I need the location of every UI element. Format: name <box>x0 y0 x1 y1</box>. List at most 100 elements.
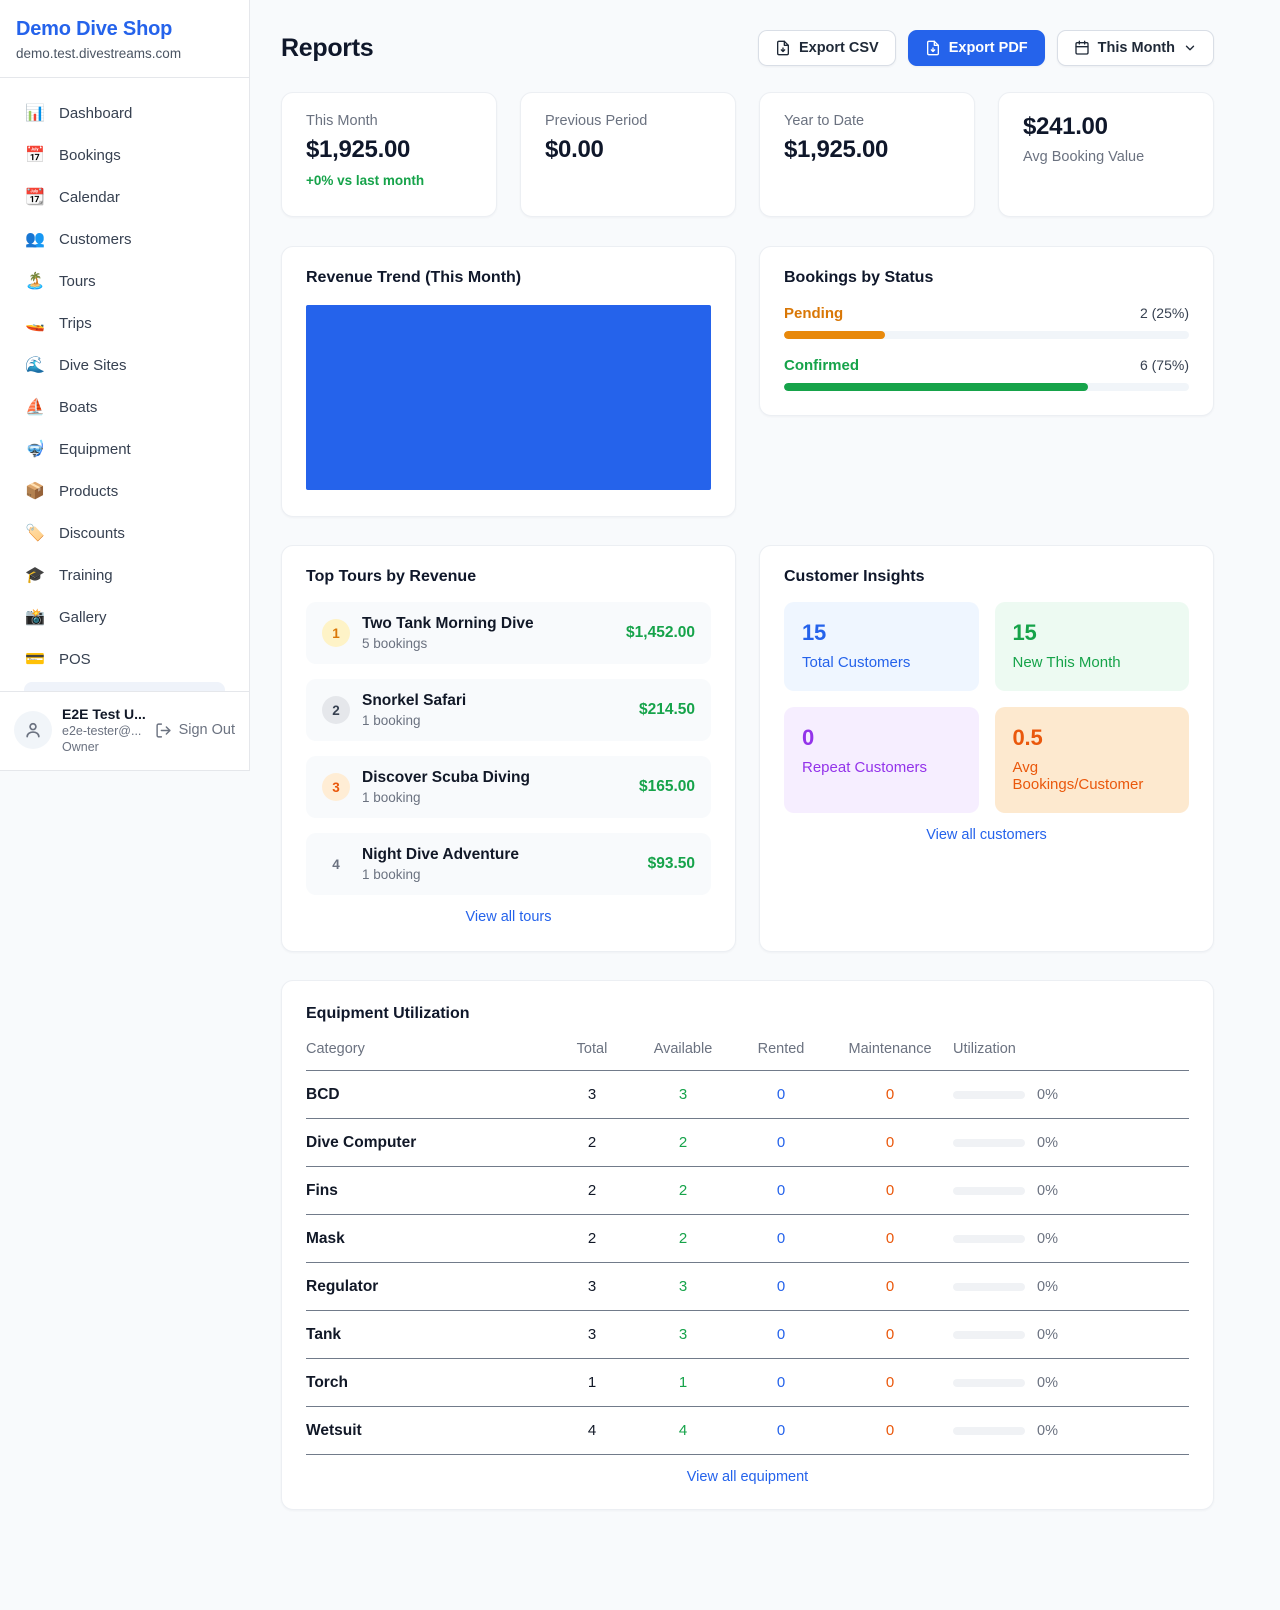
sidebar-item-dive-sites[interactable]: 🌊 Dive Sites <box>12 344 237 386</box>
sidebar-item-gallery[interactable]: 📸 Gallery <box>12 596 237 638</box>
stat-value: $1,925.00 <box>784 136 950 164</box>
table-row: Dive Computer 2 2 0 0 0% <box>306 1119 1189 1167</box>
utilization-label: 0% <box>1037 1423 1058 1439</box>
stat-value: $1,925.00 <box>306 136 472 164</box>
utilization-label: 0% <box>1037 1135 1058 1151</box>
utilization-label: 0% <box>1037 1087 1058 1103</box>
export-csv-button[interactable]: Export CSV <box>758 30 896 66</box>
sidebar-item-label: Gallery <box>59 609 107 626</box>
user-meta: E2E Test U... e2e-tester@... Owner <box>62 706 145 754</box>
equipment-total: 2 <box>553 1230 631 1247</box>
tour-row[interactable]: 1 Two Tank Morning Dive 5 bookings $1,45… <box>306 602 711 664</box>
page-header: Reports Export CSV Export PDF <box>281 30 1214 66</box>
tour-name: Two Tank Morning Dive <box>362 615 614 633</box>
tour-row[interactable]: 2 Snorkel Safari 1 booking $214.50 <box>306 679 711 741</box>
sidebar-item-training[interactable]: 🎓 Training <box>12 554 237 596</box>
stat-cards: This Month $1,925.00 +0% vs last month P… <box>281 92 1214 217</box>
equipment-available: 1 <box>631 1374 735 1391</box>
tour-rows: 1 Two Tank Morning Dive 5 bookings $1,45… <box>306 602 711 895</box>
tile-value: 15 <box>802 620 961 646</box>
equipment-maintenance: 0 <box>827 1278 953 1295</box>
utilization-bar <box>953 1331 1025 1339</box>
utilization-bar <box>953 1139 1025 1147</box>
sidebar-item-label: Training <box>59 567 113 584</box>
rank-badge: 3 <box>322 773 350 801</box>
equipment-available: 3 <box>631 1326 735 1343</box>
bookings-by-status-title: Bookings by Status <box>784 269 1189 287</box>
sidebar-item-bookings[interactable]: 📅 Bookings <box>12 134 237 176</box>
stat-card-avg-booking-value: $241.00 Avg Booking Value <box>998 92 1214 217</box>
main-content: Reports Export CSV Export PDF <box>250 0 1280 1610</box>
equipment-maintenance: 0 <box>827 1326 953 1343</box>
view-all-equipment-link[interactable]: View all equipment <box>306 1455 1189 1491</box>
tour-revenue: $1,452.00 <box>626 624 695 642</box>
col-utilization: Utilization <box>953 1041 1189 1057</box>
equipment-utilization-cell: 0% <box>953 1135 1189 1151</box>
tile-new-this-month: 15 New This Month <box>995 602 1190 691</box>
tile-value: 15 <box>1013 620 1172 646</box>
tour-name: Snorkel Safari <box>362 692 627 710</box>
bookings-by-status-card: Bookings by Status Pending 2 (25%) Confi… <box>759 246 1214 416</box>
equipment-total: 3 <box>553 1326 631 1343</box>
sign-out-button[interactable]: Sign Out <box>155 722 235 739</box>
equipment-category: Regulator <box>306 1278 553 1296</box>
customer-insights-title: Customer Insights <box>784 568 1189 586</box>
tile-label: Repeat Customers <box>802 759 961 776</box>
tour-row[interactable]: 3 Discover Scuba Diving 1 booking $165.0… <box>306 756 711 818</box>
page-title: Reports <box>281 34 373 63</box>
stat-card-this-month: This Month $1,925.00 +0% vs last month <box>281 92 497 217</box>
col-maintenance: Maintenance <box>827 1041 953 1057</box>
sidebar-item-tours[interactable]: 🏝️ Tours <box>12 260 237 302</box>
sidebar-item-pos[interactable]: 💳 POS <box>12 638 237 680</box>
sidebar-item-trips[interactable]: 🚤 Trips <box>12 302 237 344</box>
equipment-rented: 0 <box>735 1134 827 1151</box>
sidebar-item-discounts[interactable]: 🏷️ Discounts <box>12 512 237 554</box>
rank-badge: 1 <box>322 619 350 647</box>
utilization-bar <box>953 1427 1025 1435</box>
col-available: Available <box>631 1041 735 1057</box>
equipment-available: 2 <box>631 1182 735 1199</box>
brand-name: Demo Dive Shop <box>16 18 233 41</box>
tour-bookings: 5 bookings <box>362 636 614 651</box>
sidebar-item-reports-partial[interactable] <box>24 682 225 691</box>
tear-calendar-icon: 📆 <box>24 187 46 207</box>
equipment-category: Wetsuit <box>306 1422 553 1440</box>
stat-label: Avg Booking Value <box>1023 149 1189 165</box>
equipment-utilization-title: Equipment Utilization <box>306 1005 1189 1023</box>
utilization-bar <box>953 1283 1025 1291</box>
rank-badge: 4 <box>322 850 350 878</box>
tour-revenue: $214.50 <box>639 701 695 719</box>
sidebar-item-products[interactable]: 📦 Products <box>12 470 237 512</box>
status-label: Pending <box>784 305 843 322</box>
speedboat-icon: 🚤 <box>24 313 46 333</box>
wave-icon: 🌊 <box>24 355 46 375</box>
view-all-customers-link[interactable]: View all customers <box>784 813 1189 849</box>
sidebar-item-customers[interactable]: 👥 Customers <box>12 218 237 260</box>
sidebar-item-boats[interactable]: ⛵ Boats <box>12 386 237 428</box>
sidebar-item-equipment[interactable]: 🤿 Equipment <box>12 428 237 470</box>
sidebar-item-dashboard[interactable]: 📊 Dashboard <box>12 92 237 134</box>
tile-avg-bookings-customer: 0.5 Avg Bookings/Customer <box>995 707 1190 813</box>
table-row: Mask 2 2 0 0 0% <box>306 1215 1189 1263</box>
user-email: e2e-tester@... <box>62 724 145 738</box>
equipment-rented: 0 <box>735 1422 827 1439</box>
stat-value: $0.00 <box>545 136 711 164</box>
sidebar-item-label: POS <box>59 651 91 668</box>
sidebar-item-label: Dive Sites <box>59 357 127 374</box>
equipment-utilization-cell: 0% <box>953 1231 1189 1247</box>
utilization-label: 0% <box>1037 1231 1058 1247</box>
tile-label: New This Month <box>1013 654 1172 671</box>
tour-row[interactable]: 4 Night Dive Adventure 1 booking $93.50 <box>306 833 711 895</box>
stat-label: This Month <box>306 113 472 129</box>
equipment-rented: 0 <box>735 1374 827 1391</box>
sign-out-icon <box>155 722 172 739</box>
stat-delta: +0% vs last month <box>306 173 472 188</box>
status-count: 2 (25%) <box>1140 305 1189 321</box>
view-all-tours-link[interactable]: View all tours <box>306 895 711 931</box>
period-selector[interactable]: This Month <box>1057 30 1214 66</box>
sidebar-item-calendar[interactable]: 📆 Calendar <box>12 176 237 218</box>
sidebar-item-label: Tours <box>59 273 96 290</box>
export-pdf-button[interactable]: Export PDF <box>908 30 1045 66</box>
equipment-category: Mask <box>306 1230 553 1248</box>
table-row: Tank 3 3 0 0 0% <box>306 1311 1189 1359</box>
